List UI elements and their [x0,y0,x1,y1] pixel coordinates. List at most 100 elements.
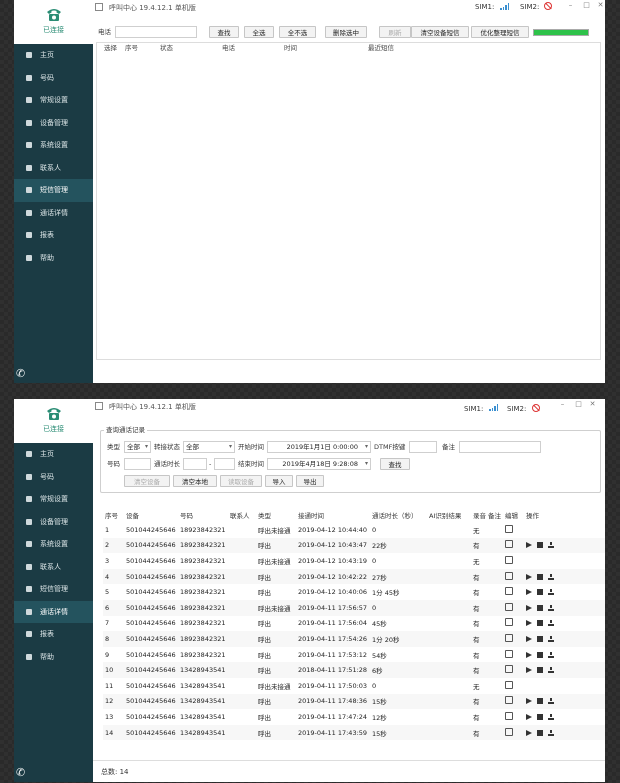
col-header-number[interactable]: 号码 [178,507,228,522]
stop-icon[interactable] [537,604,543,611]
edit-icon[interactable] [505,618,513,627]
download-icon[interactable] [548,635,554,642]
col-header-status[interactable]: 状态 [160,43,173,53]
download-icon[interactable] [548,542,554,549]
play-icon[interactable] [526,729,532,736]
stop-icon[interactable] [537,698,543,705]
select-all-button[interactable]: 全选 [244,26,274,38]
select-none-button[interactable]: 全不选 [279,26,316,38]
table-row[interactable]: 10 501044245646 13428943541 呼出 2018-04-11 17… [103,662,605,678]
col-header-latest-sms[interactable]: 最近短信 [368,43,394,53]
sidebar-item[interactable]: 帮助 [14,646,93,669]
col-header-index[interactable]: 序号 [103,507,124,522]
col-header-device[interactable]: 设备 [124,507,178,522]
edit-icon[interactable] [505,540,513,549]
refresh-button[interactable]: 刷新 [379,26,411,38]
table-row[interactable]: 4 501044245646 18923842321 呼出 2019-04-12 10:… [103,568,605,585]
note-input[interactable] [459,441,541,453]
download-icon[interactable] [548,573,554,580]
clear-device-button[interactable]: 清空设备 [124,475,170,487]
stop-icon[interactable] [537,542,543,549]
edit-icon[interactable] [505,571,513,580]
play-icon[interactable] [526,698,532,705]
stop-icon[interactable] [537,713,543,720]
table-row[interactable]: 13 501044245646 13428943541 呼出 2019-04-11 17… [103,709,605,725]
maximize-button[interactable]: □ [583,2,590,9]
sidebar-item[interactable]: 帮助 [14,247,93,270]
stop-icon[interactable] [537,729,543,736]
download-icon[interactable] [548,620,554,627]
play-icon[interactable] [526,651,532,658]
edit-icon[interactable] [505,555,513,564]
col-header-edit[interactable]: 编辑 [503,507,524,522]
col-header-type[interactable]: 类型 [256,507,296,522]
table-row[interactable]: 1 501044245646 18923842321 呼出未接通 2019-04-12 … [103,522,605,538]
stop-icon[interactable] [537,620,543,627]
optimize-sms-button[interactable]: 优化整理短信 [471,26,529,38]
col-header-recording[interactable]: 录音 [471,507,486,522]
sidebar-item[interactable]: 联系人 [14,556,93,579]
table-row[interactable]: 6 501044245646 18923842321 呼出未接通 2019-04-11 … [103,599,605,616]
play-icon[interactable] [526,635,532,642]
stop-icon[interactable] [537,651,543,658]
minimize-button[interactable]: – [559,401,566,408]
handset-icon[interactable]: ✆ [16,766,25,779]
close-button[interactable]: ✕ [589,401,596,408]
sidebar-item[interactable]: 短信管理 [14,179,93,202]
search-button[interactable]: 查找 [209,26,239,38]
minimize-button[interactable]: – [567,2,574,9]
edit-icon[interactable] [505,727,513,736]
sidebar-item[interactable]: 系统设置 [14,533,93,556]
col-header-connect-time[interactable]: 接通时间 [296,507,370,522]
forward-status-select[interactable]: 全部 [183,441,235,453]
play-icon[interactable] [526,667,532,674]
sidebar-item[interactable]: 通话详情 [14,600,93,623]
play-icon[interactable] [526,542,532,549]
edit-icon[interactable] [505,633,513,642]
col-header-index[interactable]: 序号 [125,43,138,53]
sidebar-item[interactable]: 主页 [14,44,93,67]
col-header-contact[interactable]: 联系人 [228,507,256,522]
download-icon[interactable] [548,667,554,674]
number-input[interactable] [124,458,151,470]
table-row[interactable]: 5 501044245646 18923842321 呼出 2019-04-12 10:… [103,584,605,600]
col-header-actions[interactable]: 操作 [524,507,605,522]
edit-icon[interactable] [505,711,513,720]
download-icon[interactable] [548,698,554,705]
clear-local-button[interactable]: 清空本地 [173,475,217,487]
edit-icon[interactable] [505,524,513,533]
play-icon[interactable] [526,573,532,580]
delete-selected-button[interactable]: 删除选中 [325,26,367,38]
edit-icon[interactable] [505,665,513,674]
sidebar-item[interactable]: 报表 [14,623,93,646]
sidebar-item[interactable]: 报表 [14,224,93,247]
sidebar-item[interactable]: 系统设置 [14,134,93,157]
sidebar-item[interactable]: 主页 [14,443,93,466]
play-icon[interactable] [526,604,532,611]
start-time-picker[interactable]: 2019年1月1日 0:00:00 [267,441,371,453]
play-icon[interactable] [526,620,532,627]
table-row[interactable]: 3 501044245646 18923842321 呼出未接通 2019-04-12 … [103,553,605,569]
table-row[interactable]: 2 501044245646 18923842321 呼出 2019-04-12 10:… [103,537,605,554]
sidebar-item[interactable]: 联系人 [14,157,93,180]
edit-icon[interactable] [505,649,513,658]
handset-icon[interactable]: ✆ [16,367,25,380]
stop-icon[interactable] [537,573,543,580]
download-icon[interactable] [548,729,554,736]
sidebar-item[interactable]: 号码 [14,466,93,489]
duration-to-input[interactable] [214,458,235,470]
sidebar-item[interactable]: 常规设置 [14,89,93,112]
table-row[interactable]: 9 501044245646 18923842321 呼出 2019-04-11 17:… [103,647,605,663]
col-header-ai-result[interactable]: AI识别结果 [427,507,471,522]
sidebar-item[interactable]: 通话详情 [14,202,93,225]
download-icon[interactable] [548,651,554,658]
stop-icon[interactable] [537,635,543,642]
end-time-picker[interactable]: 2019年4月18日 9:28:08 [267,458,371,470]
edit-icon[interactable] [505,602,513,611]
col-header-phone[interactable]: 电话 [222,43,235,53]
sidebar-item[interactable]: 号码 [14,67,93,90]
phone-input[interactable] [115,26,197,38]
table-row[interactable]: 8 501044245646 18923842321 呼出 2019-04-11 17:… [103,631,605,647]
table-row[interactable]: 11 501044245646 13428943541 呼出未接通 2019-04-11… [103,678,605,694]
maximize-button[interactable]: □ [575,401,582,408]
